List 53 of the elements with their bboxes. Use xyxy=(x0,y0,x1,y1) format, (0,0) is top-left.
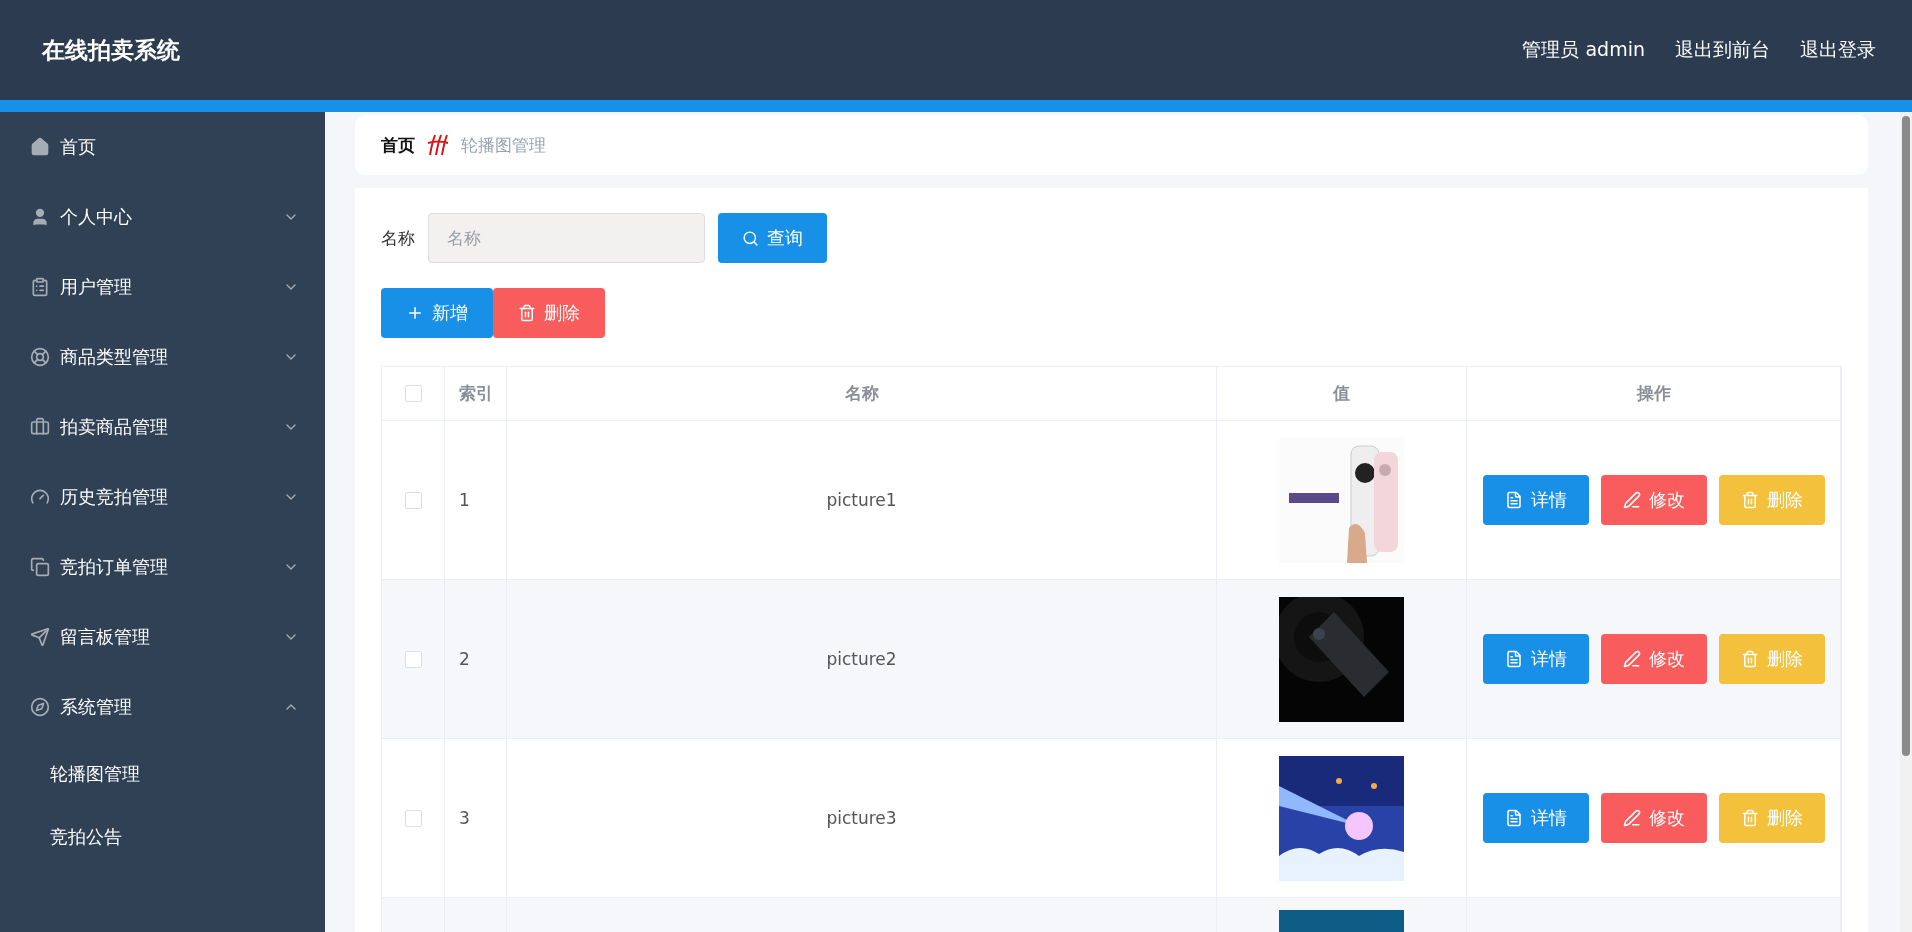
send-icon xyxy=(30,627,50,647)
copy-icon xyxy=(30,557,50,577)
app-title: 在线拍卖系统 xyxy=(42,35,180,65)
sidebar-item[interactable]: 留言板管理 xyxy=(0,602,325,672)
lifebuoy-icon xyxy=(30,347,50,367)
pencil-icon xyxy=(1622,491,1641,509)
gauge-icon xyxy=(30,487,50,507)
user-icon xyxy=(30,207,50,227)
sidebar-subitem[interactable]: 轮播图管理 xyxy=(0,742,325,805)
checkbox[interactable] xyxy=(404,809,422,827)
home-icon xyxy=(30,137,50,157)
sidebar-item[interactable]: 竞拍订单管理 xyxy=(0,532,325,602)
sidebar-item[interactable]: 用户管理 xyxy=(0,252,325,322)
trash-icon xyxy=(518,304,536,322)
checkbox[interactable] xyxy=(404,491,422,509)
document-icon xyxy=(1504,650,1523,668)
sidebar-item[interactable]: 商品类型管理 xyxy=(0,322,325,392)
breadcrumb-link[interactable]: 首页 xyxy=(381,133,415,157)
briefcase-icon xyxy=(30,417,50,437)
sidebar-item[interactable]: 历史竞拍管理 xyxy=(0,462,325,532)
document-icon xyxy=(1504,809,1523,827)
table-cell: 3 xyxy=(459,808,470,828)
table-cell: picture2 xyxy=(826,649,897,669)
checkbox[interactable] xyxy=(404,385,422,402)
sidebar-subitem[interactable]: 竞拍公告 xyxy=(0,805,325,868)
header-link[interactable]: 退出到前台 xyxy=(1675,37,1770,63)
pencil-icon xyxy=(1622,809,1641,827)
trash-icon xyxy=(1740,809,1759,827)
search-icon xyxy=(742,229,759,247)
sidebar-item[interactable]: 系统管理 xyxy=(0,672,325,742)
header-link[interactable]: 管理员 admin xyxy=(1522,37,1645,63)
sidebar-item[interactable]: 拍卖商品管理 xyxy=(0,392,325,462)
table-cell: 2 xyxy=(459,649,470,669)
table-cell: picture1 xyxy=(826,490,897,510)
sidebar-item[interactable]: 首页 xyxy=(0,112,325,182)
compass-icon xyxy=(30,697,50,717)
separator-icon xyxy=(427,133,449,157)
pencil-icon xyxy=(1622,650,1641,668)
clipboard-icon xyxy=(30,277,50,297)
trash-icon xyxy=(1740,491,1759,509)
trash-icon xyxy=(1740,650,1759,668)
table-cell: picture3 xyxy=(826,808,897,828)
scrollbar-thumb[interactable] xyxy=(1902,116,1910,756)
breadcrumb-current: 轮播图管理 xyxy=(461,133,546,157)
document-icon xyxy=(1504,491,1523,509)
sidebar-item[interactable]: 个人中心 xyxy=(0,182,325,252)
header-link[interactable]: 退出登录 xyxy=(1800,37,1876,63)
scrollbar[interactable] xyxy=(1900,112,1912,932)
field-label: 名称 xyxy=(381,226,415,250)
table-cell: 1 xyxy=(459,490,470,510)
name-input-field[interactable]: 名称 xyxy=(428,213,705,263)
checkbox[interactable] xyxy=(404,650,422,668)
plus-icon xyxy=(406,304,424,322)
